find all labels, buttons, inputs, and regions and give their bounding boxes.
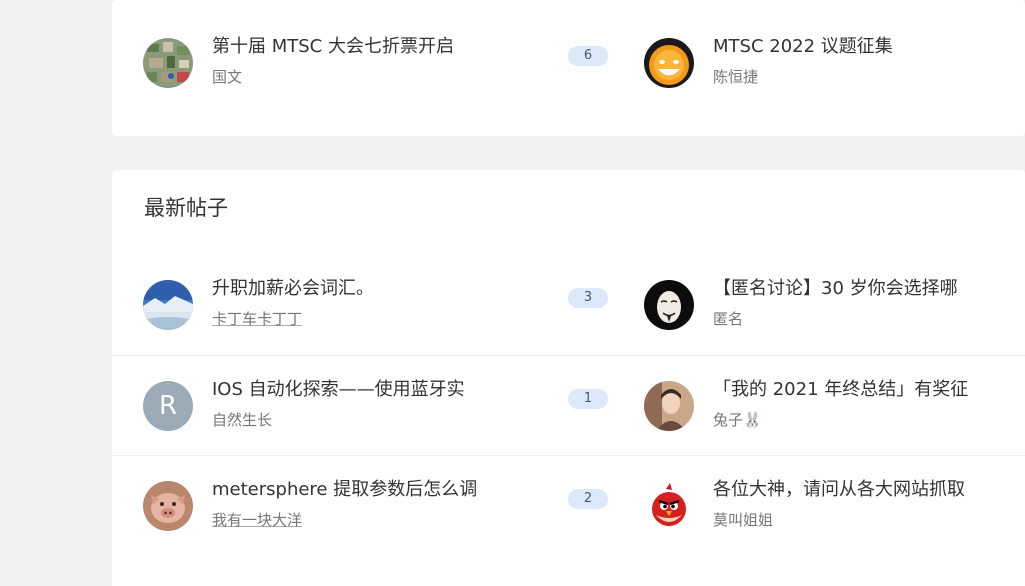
topic-author[interactable]: 莫叫姐姐: [713, 509, 773, 530]
pig-avatar[interactable]: [143, 481, 193, 531]
landscape-avatar[interactable]: [143, 280, 193, 330]
hot-topics-card: 第十届 MTSC 大会七折票开启 国文 6 MTSC 2022 议题征集 陈恒捷: [112, 0, 1025, 136]
topic-title[interactable]: IOS 自动化探索——使用蓝牙实: [212, 375, 465, 401]
topic-author[interactable]: 自然生长: [212, 409, 272, 430]
topic-row: R IOS 自动化探索——使用蓝牙实 自然生长 1 「我的 2021 年终总结」…: [112, 355, 1025, 455]
topic-author[interactable]: 陈恒捷: [713, 66, 758, 87]
topic-title[interactable]: 各位大神，请问从各大网站抓取: [713, 475, 965, 501]
topic-title[interactable]: 升职加薪必会词汇。: [212, 274, 374, 300]
topic-author[interactable]: 卡丁车卡丁丁: [212, 308, 302, 329]
reply-count-badge[interactable]: 2: [568, 489, 608, 509]
map-avatar[interactable]: [143, 38, 193, 88]
topic-item[interactable]: 【匿名讨论】30 岁你会选择哪 匿名: [613, 255, 1025, 355]
topic-item[interactable]: 各位大神，请问从各大网站抓取 莫叫姐姐: [613, 456, 1025, 556]
topic-row: 升职加薪必会词汇。 卡丁车卡丁丁 3 【匿名讨论】30 岁你会选择哪 匿名: [112, 255, 1025, 355]
topic-title[interactable]: 第十届 MTSC 大会七折票开启: [212, 32, 454, 58]
reply-count-badge[interactable]: 6: [568, 46, 608, 66]
avatar-letter: R: [158, 391, 178, 421]
mask-avatar[interactable]: [644, 280, 694, 330]
topic-row: 第十届 MTSC 大会七折票开启 国文 6 MTSC 2022 议题征集 陈恒捷: [112, 13, 1025, 113]
topic-title[interactable]: metersphere 提取参数后怎么调: [212, 475, 477, 501]
topic-author[interactable]: 匿名: [713, 308, 743, 329]
letter-avatar[interactable]: R: [143, 381, 193, 431]
latest-posts-card: 最新帖子 升职加薪必会词汇。 卡丁车卡丁丁 3 【匿名讨论】30 岁你会选择哪 …: [112, 170, 1025, 586]
topic-item[interactable]: MTSC 2022 议题征集 陈恒捷: [613, 13, 1025, 113]
topic-item[interactable]: 升职加薪必会词汇。 卡丁车卡丁丁 3: [112, 255, 613, 355]
topic-item[interactable]: metersphere 提取参数后怎么调 我有一块大洋 2: [112, 456, 613, 556]
topic-title[interactable]: 「我的 2021 年终总结」有奖征: [713, 375, 968, 401]
topic-item[interactable]: 「我的 2021 年终总结」有奖征 兔子🐰: [613, 356, 1025, 456]
topic-row: metersphere 提取参数后怎么调 我有一块大洋 2 各位大神，请问从各大…: [112, 455, 1025, 555]
topic-item[interactable]: R IOS 自动化探索——使用蓝牙实 自然生长 1: [112, 356, 613, 456]
person-avatar[interactable]: [644, 381, 694, 431]
reply-count-badge[interactable]: 3: [568, 288, 608, 308]
angry-bird-avatar[interactable]: [644, 481, 694, 531]
reply-count-badge[interactable]: 1: [568, 389, 608, 409]
topic-author[interactable]: 国文: [212, 66, 242, 87]
topic-item[interactable]: 第十届 MTSC 大会七折票开启 国文 6: [112, 13, 613, 113]
topic-title[interactable]: MTSC 2022 议题征集: [713, 32, 893, 58]
section-title: 最新帖子: [144, 196, 228, 220]
orange-face-avatar[interactable]: [644, 38, 694, 88]
topic-author[interactable]: 我有一块大洋: [212, 509, 302, 530]
topic-title[interactable]: 【匿名讨论】30 岁你会选择哪: [713, 274, 958, 300]
topic-author[interactable]: 兔子🐰: [713, 409, 762, 430]
